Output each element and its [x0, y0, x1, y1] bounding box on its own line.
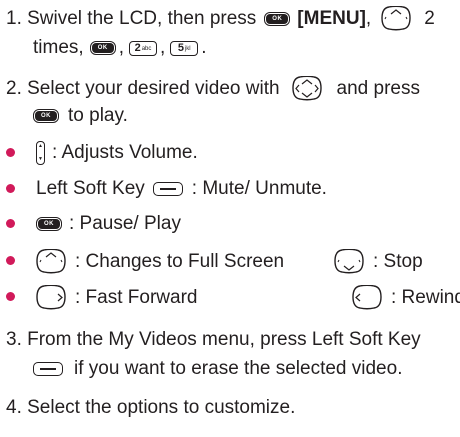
- key-5-letters: jkl: [184, 46, 191, 52]
- ok-key-icon: OK: [36, 217, 62, 231]
- step-3-line-2: if you want to erase the selected video.: [33, 357, 402, 381]
- left-soft-key-icon: [152, 182, 183, 196]
- step-2-line-2: OK to play.: [33, 104, 128, 128]
- bullet-stop: : Stop: [334, 249, 423, 274]
- key-2-letters: abc: [141, 46, 152, 52]
- period: .: [201, 37, 207, 58]
- nav-key-all-directions-icon: [291, 76, 322, 101]
- bullet-stop-text: : Stop: [373, 250, 423, 272]
- step-2-line-1: 2. Select your desired video with and pr…: [6, 76, 420, 101]
- step-2-text: 2. Select your desired video with: [6, 77, 280, 99]
- menu-key-label: [MENU]: [297, 7, 366, 29]
- bullet: [6, 148, 15, 157]
- bullet-pause-text: : Pause/ Play: [69, 213, 181, 234]
- ok-key-label: OK: [38, 219, 60, 229]
- ok-key-icon: OK: [264, 11, 291, 26]
- bullet-fast-forward-text: : Fast Forward: [75, 286, 198, 308]
- nav-key-up-icon: [36, 249, 66, 274]
- bullet: [6, 292, 15, 301]
- key-2-digit: 2: [134, 42, 141, 54]
- step-2-to-play: to play.: [68, 105, 128, 126]
- key-5-jkl-icon: 5 jkl: [170, 40, 199, 56]
- bullet-left-soft-key: Left Soft Key : Mute/ Unmute.: [36, 177, 327, 201]
- step-1-text: 1. Swivel the LCD, then press: [6, 7, 257, 29]
- separator: ,: [118, 37, 124, 58]
- bullet-volume-text: : Adjusts Volume.: [52, 142, 198, 163]
- bullet: [6, 219, 15, 228]
- bullet-mute-text: : Mute/ Unmute.: [191, 178, 327, 199]
- ok-key-label: OK: [266, 13, 289, 24]
- times-count: 2: [424, 7, 435, 29]
- step-2-and-press: and press: [336, 77, 420, 99]
- ok-key-label: OK: [35, 111, 57, 121]
- separator: ,: [159, 37, 166, 58]
- step-4-line-1: 4. Select the options to customize.: [6, 396, 295, 420]
- bullet-full-screen-text: : Changes to Full Screen: [75, 250, 285, 272]
- step-3-text: 3. From the My Videos menu, press Left S…: [6, 329, 421, 350]
- bullet-pause: OK : Pause/ Play: [36, 212, 181, 236]
- ok-key-icon: OK: [89, 41, 116, 55]
- step-1-line-1: 1. Swivel the LCD, then press OK [MENU] …: [6, 6, 435, 31]
- bullet: [6, 184, 15, 193]
- key-5-digit: 5: [177, 42, 184, 54]
- bullet: [6, 256, 15, 265]
- ok-key-icon: OK: [33, 109, 59, 123]
- bullet-full-screen: : Changes to Full Screen: [36, 249, 284, 274]
- step-3-erase-text: if you want to erase the selected video.: [74, 358, 403, 379]
- nav-key-up-icon: [381, 6, 411, 31]
- left-soft-key-label: Left Soft Key: [36, 178, 145, 199]
- bullet-rewind-text: : Rewind: [391, 286, 460, 308]
- bullet-volume: ▲ ▼ : Adjusts Volume.: [36, 141, 198, 165]
- ok-key-label: OK: [91, 43, 114, 53]
- bullet-rewind: : Rewind: [352, 285, 460, 310]
- comma: ,: [365, 7, 372, 29]
- key-2-abc-icon: 2 abc: [128, 40, 157, 56]
- nav-key-left-icon: [352, 285, 382, 310]
- nav-key-right-icon: [36, 285, 66, 310]
- left-soft-key-icon: [33, 362, 63, 376]
- step-4-text: 4. Select the options to customize.: [6, 397, 296, 418]
- bullet-fast-forward: : Fast Forward: [36, 285, 197, 310]
- nav-key-down-icon: [334, 249, 364, 274]
- step-1-line-2: times, OK , 2 abc , 5 jkl .: [33, 36, 207, 60]
- volume-side-key-icon: ▲ ▼: [36, 141, 45, 165]
- step-3-line-1: 3. From the My Videos menu, press Left S…: [6, 328, 421, 352]
- step-1-times: times,: [33, 37, 84, 58]
